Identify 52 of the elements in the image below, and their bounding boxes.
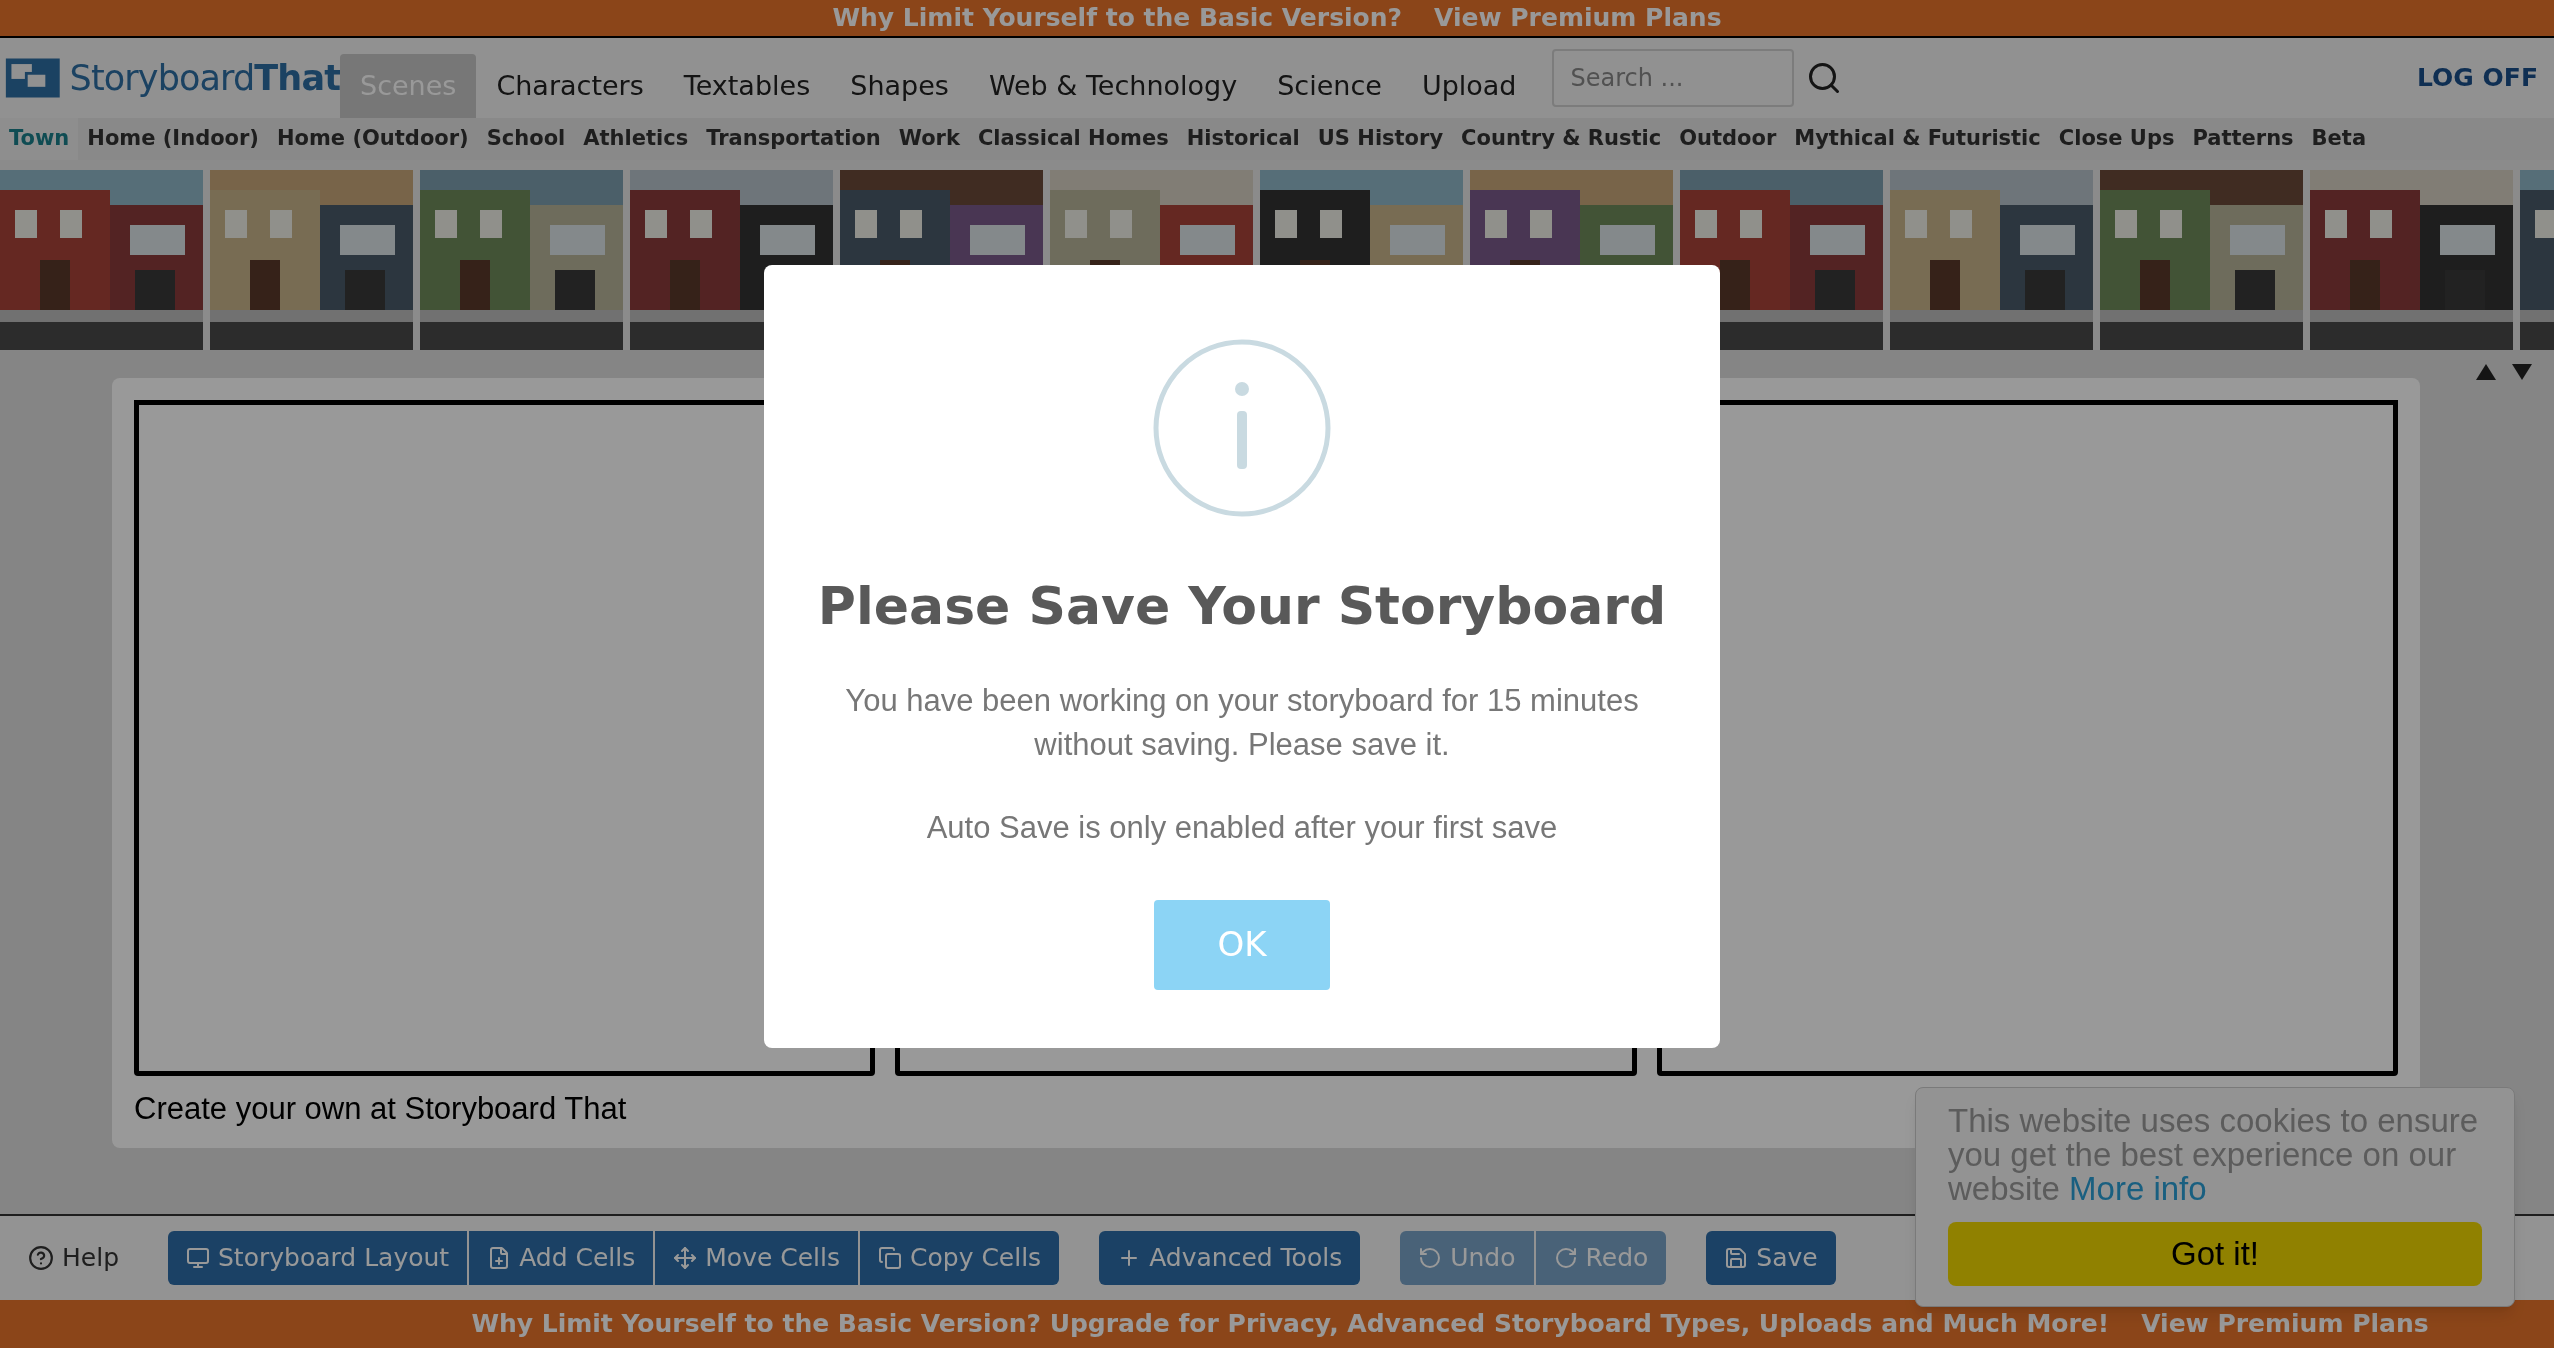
category-tab[interactable]: Historical	[1177, 118, 1309, 160]
toolbar-button[interactable]: Add Cells	[469, 1231, 654, 1285]
got-it-button[interactable]: Got it!	[1948, 1222, 2482, 1286]
category-tab[interactable]: Transportation	[697, 118, 890, 160]
redo-icon	[1553, 1246, 1578, 1270]
banner-text: Why Limit Yourself to the Basic Version?	[832, 2, 1403, 35]
category-tab[interactable]: School	[477, 118, 575, 160]
log-off-link[interactable]: LOG OFF	[2417, 59, 2538, 97]
dialog-message: You have been working on your storyboard for 15 minutes without saving. Please save it.	[844, 682, 1640, 764]
copy-icon	[878, 1246, 903, 1270]
category-tab[interactable]: US History	[1308, 118, 1453, 160]
category-tab[interactable]: Classical Homes	[968, 118, 1178, 160]
undo-icon	[1418, 1246, 1443, 1270]
dialog-note: Auto Save is only enabled after your first save	[926, 809, 1558, 847]
category-tab[interactable]: Home (Indoor)	[78, 118, 268, 160]
move-icon	[673, 1246, 698, 1270]
premium-link[interactable]: View Premium Plans	[2141, 1305, 2429, 1343]
info-icon	[1153, 339, 1331, 517]
help-icon	[28, 1245, 54, 1271]
tab[interactable]: Shapes	[830, 54, 969, 118]
category-tab[interactable]: Close Ups	[2049, 118, 2184, 160]
category-tab[interactable]: Athletics	[574, 118, 698, 160]
category-tab[interactable]: Work	[889, 118, 969, 160]
search-field[interactable]: Search ...	[1552, 49, 1795, 107]
tab[interactable]: Textables	[663, 54, 831, 118]
storyboard-caption: Create your own at Storyboard That	[134, 1090, 627, 1128]
toolbar-button[interactable]: Advanced Tools	[1099, 1231, 1361, 1285]
help-button[interactable]: Help	[28, 1239, 128, 1277]
toolbar-button[interactable]: Move Cells	[655, 1231, 859, 1285]
category-tab[interactable]: Mythical & Futuristic	[1785, 118, 2050, 160]
toolbar-button[interactable]: Storyboard Layout	[168, 1231, 468, 1285]
category-tab[interactable]: Patterns	[2183, 118, 2303, 160]
dialog-title: Please Save Your Storyboard	[817, 575, 1667, 638]
scroll-up-icon[interactable]	[2474, 362, 2498, 382]
banner-text: Why Limit Yourself to the Basic Version? Upgrade for Privacy, Advanced Storyboard Types, Uploads and Much More!	[471, 1308, 2110, 1341]
monitor-icon	[186, 1246, 210, 1270]
category-tab[interactable]: Country & Rustic	[1452, 118, 1671, 160]
category-tab[interactable]: Town	[0, 118, 79, 160]
tab[interactable]: Science	[1257, 54, 1402, 118]
category-tab[interactable]: Beta	[2302, 118, 2376, 160]
category-tab[interactable]: Home (Outdoor)	[267, 118, 478, 160]
premium-link[interactable]: View Premium Plans	[1434, 0, 1722, 37]
tab[interactable]: Web & Technology	[968, 54, 1258, 118]
tab[interactable]: Upload	[1401, 54, 1537, 118]
category-tab[interactable]: Outdoor	[1670, 118, 1786, 160]
logo-text: StoryboardThat	[69, 56, 340, 100]
toolbar-button[interactable]: Save	[1706, 1231, 1836, 1285]
scroll-down-icon[interactable]	[2510, 362, 2534, 382]
logo-icon	[4, 55, 62, 101]
tab[interactable]: Characters	[476, 54, 664, 118]
toolbar-button[interactable]: Copy Cells	[860, 1231, 1060, 1285]
save-icon	[1724, 1246, 1749, 1270]
